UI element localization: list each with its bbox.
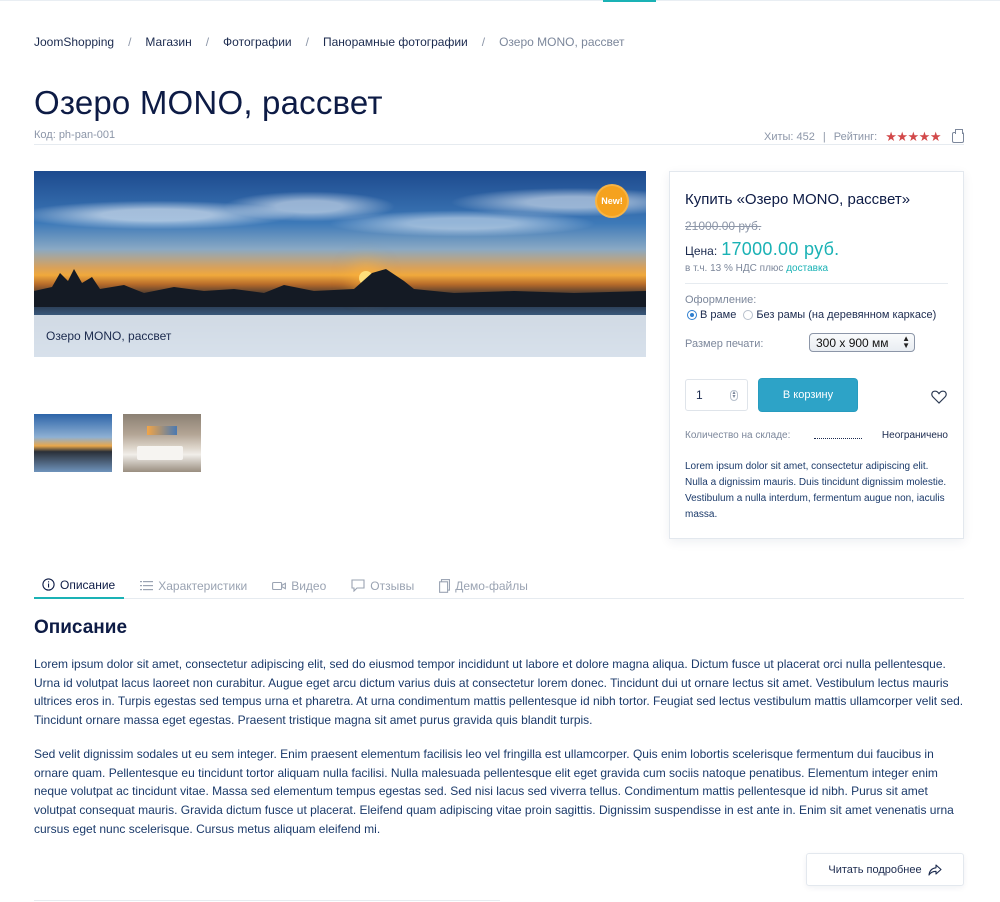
- stock-label: Количество на складе:: [685, 430, 791, 441]
- stock-value: Неограничено: [881, 430, 948, 441]
- read-more-button[interactable]: Читать подробнее: [806, 853, 964, 886]
- price-row: Цена: 17000.00 руб.: [685, 239, 840, 260]
- print-size-value: 300 x 900 мм: [816, 335, 889, 350]
- comment-icon: [351, 579, 365, 592]
- option-framed-label: В раме: [700, 309, 737, 321]
- quantity-input[interactable]: 1 ▴ ▾: [685, 379, 748, 411]
- list-icon: [140, 580, 154, 591]
- vat-info: в т.ч. 13 % НДС плюс доставка: [685, 263, 828, 274]
- info-icon: [42, 578, 55, 591]
- breadcrumb-current: Озеро MONO, рассвет: [499, 35, 625, 49]
- short-description: Lorem ipsum dolor sit amet, consectetur …: [685, 461, 947, 520]
- new-badge: New!: [597, 186, 627, 216]
- product-tabs: Описание Характеристики Видео Отзывы Дем…: [34, 573, 964, 599]
- thumbnail-bedroom[interactable]: [123, 414, 201, 472]
- tab-description-label: Описание: [60, 577, 116, 592]
- tab-video[interactable]: Видео: [264, 573, 335, 598]
- option-unframed[interactable]: Без рамы (на деревянном каркасе): [743, 309, 936, 321]
- breadcrumb-link-home[interactable]: JoomShopping: [34, 35, 114, 49]
- share-arrow-icon: [928, 863, 942, 876]
- image-clouds: [34, 181, 646, 266]
- main-product-image[interactable]: New! Озеро MONO, рассвет: [34, 171, 646, 357]
- nav-active-indicator: [603, 0, 656, 2]
- stock-info: Количество на складе: Неограничено: [685, 430, 948, 441]
- tab-characteristics-label: Характеристики: [158, 578, 248, 593]
- tab-demo-files-label: Демо-файлы: [455, 578, 528, 593]
- tab-reviews[interactable]: Отзывы: [343, 573, 423, 598]
- buy-box-divider: [685, 283, 948, 284]
- file-icon: [439, 578, 451, 593]
- breadcrumb-separator: /: [305, 35, 309, 49]
- option-framed[interactable]: В раме: [687, 309, 736, 321]
- tab-characteristics[interactable]: Характеристики: [132, 573, 256, 598]
- meta-divider-line: [34, 144, 964, 145]
- top-divider: [0, 0, 1000, 1]
- buy-box: Купить «Озеро MONO, рассвет» 21000.00 ру…: [669, 171, 964, 539]
- bottom-divider: [34, 900, 500, 901]
- thumbnail-wall-picture: [147, 426, 177, 435]
- video-camera-icon: [272, 581, 287, 591]
- stock-dots: [814, 433, 863, 439]
- description-heading: Описание: [34, 617, 128, 638]
- print-size-select[interactable]: 300 x 900 мм ▲ ▼: [809, 333, 915, 352]
- page-title: Озеро MONO, рассвет: [34, 84, 383, 121]
- image-silhouette: [34, 269, 646, 307]
- thumbnail-sunset[interactable]: [34, 414, 112, 472]
- price-value: 17000.00 руб.: [721, 239, 840, 259]
- wishlist-heart-icon[interactable]: [931, 390, 947, 404]
- thumbnail-bed: [137, 446, 183, 460]
- frame-attribute-label: Оформление:: [685, 294, 757, 306]
- image-caption: Озеро MONO, рассвет: [34, 315, 646, 357]
- price-label: Цена:: [685, 244, 718, 258]
- hits-count: Хиты: 452: [764, 131, 815, 143]
- quantity-value: 1: [696, 388, 703, 402]
- meta-divider: |: [822, 131, 826, 143]
- radio-unframed[interactable]: [743, 310, 754, 320]
- breadcrumb-separator: /: [481, 35, 486, 49]
- add-to-cart-button[interactable]: В корзину: [759, 379, 857, 411]
- tab-video-label: Видео: [291, 578, 327, 593]
- delivery-link[interactable]: доставка: [786, 263, 828, 274]
- option-unframed-label: Без рамы (на деревянном каркасе): [756, 309, 937, 321]
- breadcrumb-link-photos[interactable]: Фотографии: [223, 35, 292, 49]
- product-code: Код: ph-pan-001: [34, 129, 116, 141]
- breadcrumb-link-shop[interactable]: Магазин: [145, 35, 191, 49]
- tab-demo-files[interactable]: Демо-файлы: [431, 573, 537, 598]
- radio-framed[interactable]: [687, 310, 697, 320]
- rating-label: Рейтинг:: [833, 131, 878, 143]
- tab-reviews-label: Отзывы: [370, 578, 415, 593]
- read-more-label: Читать подробнее: [828, 863, 922, 876]
- product-meta: Код: ph-pan-001 Хиты: 452 | Рейтинг: ★★★…: [34, 128, 964, 145]
- rating-stars: ★★★★★: [885, 129, 941, 144]
- select-arrows-icon: ▲ ▼: [902, 334, 910, 350]
- description-paragraph-1: Lorem ipsum dolor sit amet, consectetur …: [34, 657, 964, 728]
- print-size-label: Размер печати:: [685, 338, 764, 350]
- vat-text: в т.ч. 13 % НДС плюс: [685, 263, 784, 274]
- frame-options: В раме Без рамы (на деревянном каркасе): [687, 309, 943, 321]
- breadcrumb-link-panoramic[interactable]: Панорамные фотографии: [323, 35, 468, 49]
- breadcrumb-separator: /: [205, 35, 210, 49]
- breadcrumb: JoomShopping / Магазин / Фотографии / Па…: [34, 35, 625, 49]
- quantity-stepper-icon[interactable]: ▴ ▾: [730, 390, 738, 401]
- print-icon[interactable]: [952, 128, 964, 143]
- product-stats: Хиты: 452 | Рейтинг: ★★★★★: [764, 128, 964, 145]
- old-price: 21000.00 руб.: [685, 219, 762, 233]
- buy-box-title: Купить «Озеро MONO, рассвет»: [685, 191, 911, 208]
- description-paragraph-2: Sed velit dignissim sodales ut eu sem in…: [34, 747, 954, 836]
- tab-description[interactable]: Описание: [34, 573, 125, 599]
- breadcrumb-separator: /: [128, 35, 132, 49]
